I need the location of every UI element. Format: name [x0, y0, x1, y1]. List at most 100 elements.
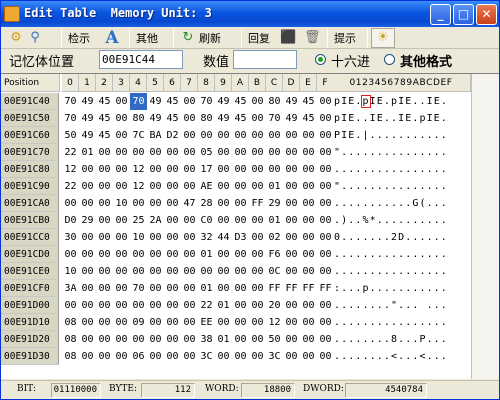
byte-cell[interactable]: 45 — [96, 110, 113, 127]
byte-cell[interactable]: 12 — [62, 161, 79, 178]
byte-cell[interactable]: 00 — [317, 161, 334, 178]
byte-cell[interactable]: 00 — [249, 144, 266, 161]
byte-cell[interactable]: 49 — [215, 93, 232, 110]
byte-cell[interactable]: 00 — [215, 178, 232, 195]
byte-cell[interactable]: 00 — [215, 263, 232, 280]
byte-cell[interactable]: 25 — [130, 212, 147, 229]
byte-cell[interactable]: 00 — [113, 348, 130, 365]
byte-cell[interactable]: 00 — [164, 246, 181, 263]
byte-cell[interactable]: 00 — [181, 297, 198, 314]
byte-cell[interactable]: 01 — [266, 212, 283, 229]
delete-button[interactable]: 🗑 — [301, 28, 323, 48]
byte-cell[interactable]: 00 — [215, 246, 232, 263]
byte-cell[interactable]: 3C — [198, 348, 215, 365]
refresh-button[interactable]: ↻ 刷新 — [177, 28, 224, 48]
byte-cell[interactable]: 00 — [249, 331, 266, 348]
byte-cell[interactable]: 00 — [283, 195, 300, 212]
ascii-cell[interactable]: ................ — [334, 161, 448, 178]
byte-cell[interactable]: 00 — [283, 348, 300, 365]
byte-cell[interactable]: 00 — [215, 195, 232, 212]
byte-cell[interactable]: 00 — [300, 212, 317, 229]
ascii-cell[interactable]: 0.......2D...... — [334, 229, 448, 246]
memory-grid[interactable]: Position 0123456789ABCDEF 0123456789ABCD… — [1, 73, 499, 379]
byte-cell[interactable]: 49 — [147, 110, 164, 127]
byte-cell[interactable]: 00 — [198, 127, 215, 144]
byte-cell[interactable]: 00 — [249, 348, 266, 365]
byte-cell[interactable]: 00 — [147, 195, 164, 212]
ascii-cell[interactable]: ........8...P... — [334, 331, 448, 348]
byte-cell[interactable]: 00 — [113, 280, 130, 297]
byte-cell[interactable]: 08 — [62, 314, 79, 331]
byte-cell[interactable]: 01 — [198, 246, 215, 263]
byte-cell[interactable]: 00 — [300, 144, 317, 161]
byte-cell[interactable]: 00 — [147, 263, 164, 280]
byte-cell[interactable]: 22 — [62, 178, 79, 195]
byte-cell[interactable]: 00 — [317, 229, 334, 246]
byte-cell[interactable]: 00 — [181, 110, 198, 127]
byte-cell[interactable]: 00 — [266, 144, 283, 161]
byte-cell[interactable]: 45 — [164, 93, 181, 110]
byte-cell[interactable]: D3 — [232, 229, 249, 246]
byte-cell[interactable]: 00 — [96, 297, 113, 314]
byte-cell[interactable]: 00 — [232, 195, 249, 212]
byte-cell[interactable]: 00 — [249, 161, 266, 178]
byte-cell[interactable]: 00 — [113, 212, 130, 229]
minimize-button[interactable]: _ — [430, 4, 451, 25]
byte-cell[interactable]: 45 — [96, 127, 113, 144]
byte-cell[interactable]: 01 — [266, 178, 283, 195]
search-button[interactable]: 检示 — [65, 28, 93, 48]
byte-cell[interactable]: 49 — [147, 93, 164, 110]
byte-cell[interactable]: 49 — [79, 127, 96, 144]
byte-cell[interactable]: 00 — [96, 348, 113, 365]
byte-cell[interactable]: 00 — [232, 178, 249, 195]
byte-cell[interactable]: 00 — [113, 331, 130, 348]
ascii-cell[interactable]: ................ — [334, 263, 448, 280]
byte-cell[interactable]: 00 — [79, 195, 96, 212]
byte-cell[interactable]: 00 — [79, 314, 96, 331]
other-format-radio[interactable] — [384, 54, 395, 65]
byte-cell[interactable]: 80 — [130, 110, 147, 127]
byte-cell[interactable]: 00 — [164, 348, 181, 365]
byte-cell[interactable]: 22 — [198, 297, 215, 314]
byte-cell[interactable]: 00 — [147, 229, 164, 246]
byte-cell[interactable]: 00 — [300, 246, 317, 263]
byte-cell[interactable]: 00 — [79, 229, 96, 246]
byte-cell[interactable]: 00 — [96, 263, 113, 280]
ascii-cell[interactable]: ........"... ... — [334, 297, 448, 314]
byte-cell[interactable]: 08 — [62, 348, 79, 365]
byte-cell[interactable]: 00 — [283, 127, 300, 144]
byte-cell[interactable]: 01 — [215, 297, 232, 314]
ascii-cell[interactable]: ................ — [334, 246, 448, 263]
byte-cell[interactable]: 2A — [147, 212, 164, 229]
byte-cell[interactable]: 00 — [79, 348, 96, 365]
byte-cell[interactable]: 00 — [130, 297, 147, 314]
byte-cell[interactable]: F6 — [266, 246, 283, 263]
byte-cell[interactable]: 00 — [164, 263, 181, 280]
byte-cell[interactable]: 00 — [113, 110, 130, 127]
byte-cell[interactable]: 00 — [283, 178, 300, 195]
byte-cell[interactable]: 30 — [62, 229, 79, 246]
byte-cell[interactable]: 00 — [300, 195, 317, 212]
byte-cell[interactable]: 00 — [249, 263, 266, 280]
ascii-cell[interactable]: PIE.|........... — [334, 127, 448, 144]
byte-cell[interactable]: 00 — [113, 161, 130, 178]
byte-cell[interactable]: 00 — [113, 93, 130, 110]
byte-cell[interactable]: 00 — [317, 263, 334, 280]
byte-cell[interactable]: D0 — [62, 212, 79, 229]
byte-cell[interactable]: 00 — [79, 263, 96, 280]
byte-cell[interactable]: 00 — [232, 331, 249, 348]
byte-cell[interactable]: 47 — [181, 195, 198, 212]
byte-cell[interactable]: 00 — [317, 348, 334, 365]
byte-cell[interactable]: 00 — [300, 127, 317, 144]
byte-cell[interactable]: 49 — [79, 93, 96, 110]
byte-cell[interactable]: 00 — [215, 144, 232, 161]
byte-cell[interactable]: 45 — [300, 110, 317, 127]
byte-cell[interactable]: 00 — [283, 297, 300, 314]
byte-cell[interactable]: 00 — [164, 229, 181, 246]
byte-cell[interactable]: 3C — [266, 348, 283, 365]
byte-cell[interactable]: 00 — [283, 263, 300, 280]
byte-cell[interactable]: 00 — [130, 195, 147, 212]
byte-cell[interactable]: 00 — [147, 178, 164, 195]
byte-cell[interactable]: 45 — [164, 110, 181, 127]
byte-cell[interactable]: 00 — [96, 314, 113, 331]
